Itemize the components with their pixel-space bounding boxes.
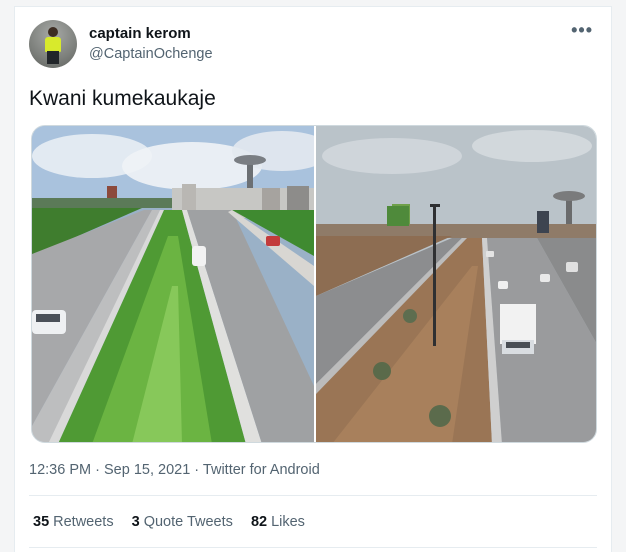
tweet-time[interactable]: 12:36 PM: [29, 462, 91, 478]
tweet-media[interactable]: [31, 125, 597, 443]
tweet-date[interactable]: Sep 15, 2021: [104, 462, 190, 478]
tweet-source[interactable]: Twitter for Android: [203, 462, 320, 478]
author-name[interactable]: captain kerom: [89, 25, 191, 42]
retweets-stat[interactable]: 35 Retweets: [33, 514, 114, 530]
tweet-text: Kwani kumekaukaje: [29, 87, 216, 110]
divider: [29, 495, 597, 496]
author-handle[interactable]: @CaptainOchenge: [89, 46, 213, 62]
retweets-label: Retweets: [53, 514, 114, 530]
more-options-icon[interactable]: •••: [571, 20, 593, 41]
meta-separator: ·: [194, 462, 200, 478]
tweet-stats: 35 Retweets 3 Quote Tweets 82 Likes: [33, 514, 319, 530]
quote-label: Quote Tweets: [143, 514, 233, 530]
highway-green-median-photo[interactable]: [32, 126, 332, 443]
avatar-vest-shape: [45, 37, 61, 52]
tweet-meta: 12:36 PM · Sep 15, 2021 · Twitter for An…: [29, 462, 320, 478]
divider: [29, 547, 597, 548]
tweet-card: captain kerom @CaptainOchenge ••• Kwani …: [14, 6, 612, 552]
media-images: [32, 126, 597, 443]
meta-separator: ·: [95, 462, 100, 478]
likes-stat[interactable]: 82 Likes: [251, 514, 305, 530]
likes-count: 82: [250, 514, 268, 530]
avatar[interactable]: [29, 20, 77, 68]
likes-label: Likes: [271, 514, 305, 530]
highway-dry-median-photo[interactable]: [316, 126, 597, 443]
quote-tweets-stat[interactable]: 3 Quote Tweets: [132, 514, 233, 530]
avatar-legs-shape: [47, 51, 59, 64]
quote-count: 3: [131, 514, 140, 530]
avatar-head-shape: [48, 27, 58, 37]
retweets-count: 35: [33, 514, 50, 530]
